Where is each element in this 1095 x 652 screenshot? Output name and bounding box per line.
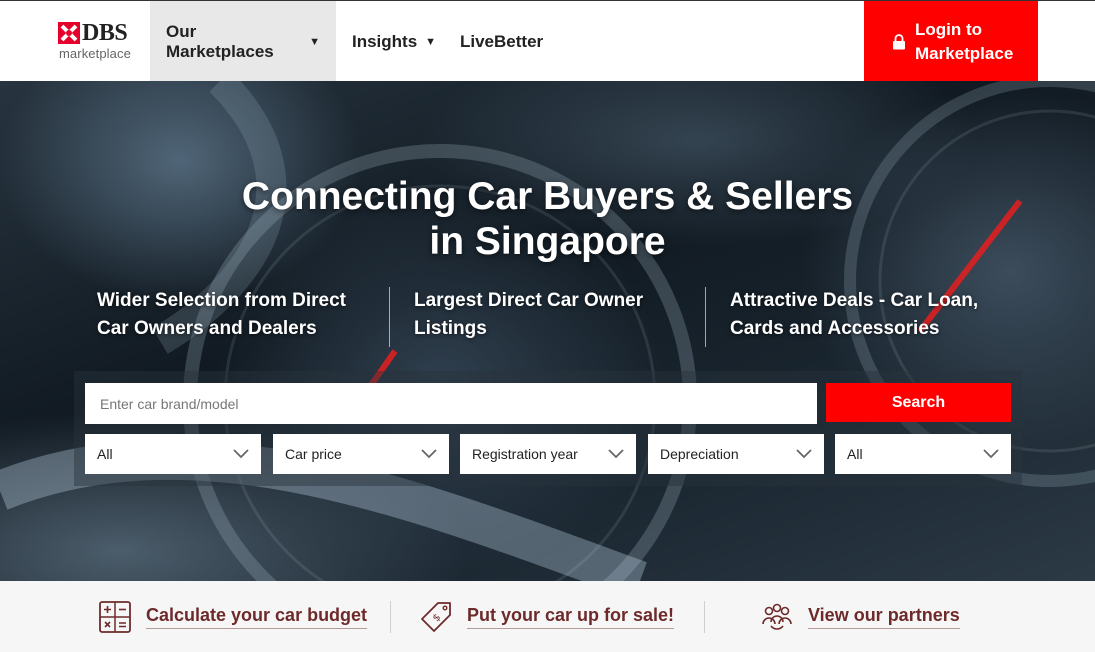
nav-our-marketplaces[interactable]: Our Marketplaces ▼ xyxy=(150,1,336,82)
link-divider xyxy=(390,601,391,633)
filter-registration-year-select[interactable]: Registration year xyxy=(460,434,636,474)
filter-value: Registration year xyxy=(472,446,578,462)
filter-value: Depreciation xyxy=(660,446,739,462)
nav-insights[interactable]: Insights ▼ xyxy=(336,1,452,82)
partners-icon xyxy=(762,603,792,630)
filter-value: All xyxy=(97,446,113,462)
chevron-down-icon xyxy=(796,449,812,459)
filter-seller-type-select[interactable]: All xyxy=(835,434,1011,474)
login-button[interactable]: Login to Marketplace xyxy=(864,1,1038,82)
feature-line1: Wider Selection from Direct xyxy=(97,290,346,311)
chevron-down-icon xyxy=(608,449,624,459)
hero-title: Connecting Car Buyers & Sellers in Singa… xyxy=(200,174,895,264)
feature-largest-listings: Largest Direct Car Owner Listings xyxy=(414,287,694,349)
logo-brand-text: DBS xyxy=(82,20,128,46)
price-tag-icon: $ xyxy=(421,601,451,632)
filter-value: Car price xyxy=(285,446,342,462)
car-search-input[interactable] xyxy=(85,383,817,424)
search-button[interactable]: Search xyxy=(826,383,1011,422)
feature-wider-selection: Wider Selection from Direct Car Owners a… xyxy=(97,287,382,349)
filter-car-price-select[interactable]: Car price xyxy=(273,434,449,474)
nav-livebetter[interactable]: LiveBetter xyxy=(444,1,559,82)
feature-attractive-deals: Attractive Deals - Car Loan, Cards and A… xyxy=(730,287,1020,349)
chevron-down-icon xyxy=(421,449,437,459)
site-header: DBS marketplace Our Marketplaces ▼ Insig… xyxy=(0,0,1095,82)
filter-value: All xyxy=(847,446,863,462)
feature-divider xyxy=(705,287,706,347)
login-label-line2: Marketplace xyxy=(915,43,1014,63)
quick-links-bar: Calculate your car budget $ Put your car… xyxy=(0,581,1095,652)
feature-line2: Car Owners and Dealers xyxy=(97,318,317,339)
calculate-budget-label: Calculate your car budget xyxy=(146,605,368,629)
filter-vehicle-type-select[interactable]: All xyxy=(85,434,261,474)
lock-icon xyxy=(893,33,905,49)
feature-line2: Listings xyxy=(414,318,487,339)
chevron-down-icon xyxy=(233,449,249,459)
chevron-down-icon xyxy=(983,449,999,459)
calculate-budget-link[interactable]: Calculate your car budget xyxy=(98,581,368,652)
sell-car-label: Put your car up for sale! xyxy=(467,605,675,629)
feature-line2: Cards and Accessories xyxy=(730,318,940,339)
view-partners-label: View our partners xyxy=(808,605,960,629)
hero-banner: Connecting Car Buyers & Sellers in Singa… xyxy=(0,81,1095,581)
nav-label: Insights xyxy=(352,31,418,51)
view-partners-link[interactable]: View our partners xyxy=(760,581,960,652)
feature-line1: Largest Direct Car Owner xyxy=(414,290,644,311)
svg-text:$: $ xyxy=(431,611,443,623)
caret-down-icon: ▼ xyxy=(309,35,320,48)
filter-depreciation-select[interactable]: Depreciation xyxy=(648,434,824,474)
nav-label: LiveBetter xyxy=(460,31,544,51)
feature-line1: Attractive Deals - Car Loan, xyxy=(730,290,979,311)
hero-title-line1: Connecting Car Buyers & Sellers xyxy=(241,175,854,218)
login-label-line1: Login to xyxy=(915,19,983,39)
feature-divider xyxy=(389,287,390,347)
sell-car-link[interactable]: $ Put your car up for sale! xyxy=(419,581,675,652)
dbs-marketplace-logo[interactable]: DBS marketplace xyxy=(58,20,138,64)
hero-title-line2: in Singapore xyxy=(429,220,666,263)
link-divider xyxy=(704,601,705,633)
logo-sub-text: marketplace xyxy=(59,46,131,61)
caret-down-icon: ▼ xyxy=(425,35,437,48)
calculator-icon xyxy=(99,600,131,633)
nav-label: Our Marketplaces xyxy=(166,21,274,61)
login-label: Login to Marketplace xyxy=(915,18,1025,66)
dbs-logo-icon xyxy=(58,22,80,44)
